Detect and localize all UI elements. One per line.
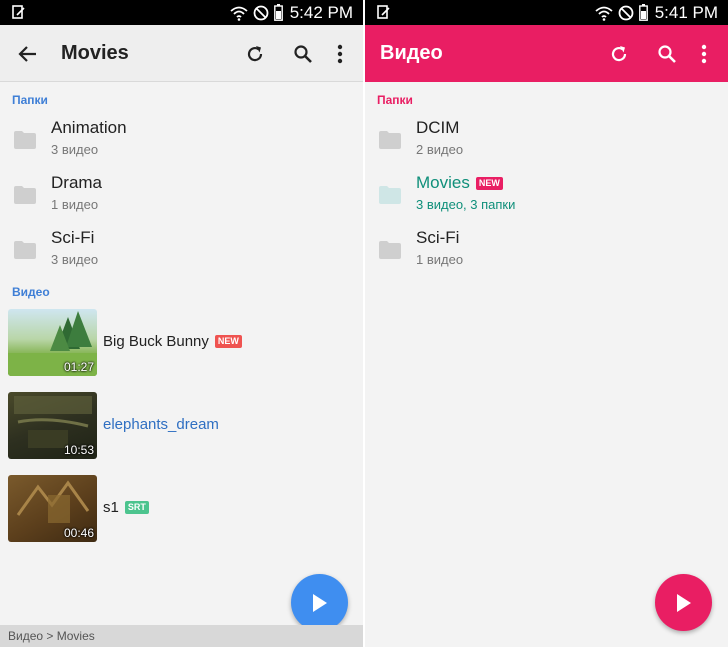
search-button[interactable]: [290, 41, 316, 67]
more-vert-icon: [701, 44, 707, 64]
folder-name: DCIM: [416, 118, 460, 137]
folder-meta: 1 видео: [51, 197, 99, 212]
play-fab-button[interactable]: [291, 574, 348, 631]
folder-item-animation[interactable]: Animation 3 видео: [0, 114, 363, 168]
wifi-icon: [230, 6, 248, 21]
notification-icon: [12, 5, 25, 19]
do-not-disturb-icon: [618, 5, 634, 20]
more-vert-icon: [337, 44, 343, 64]
more-options-button[interactable]: [691, 41, 717, 67]
video-title: s1 SRT: [103, 499, 149, 516]
toolbar-title: Movies: [61, 42, 129, 64]
status-time: 5:42 PM: [289, 2, 353, 22]
folder-icon: [14, 241, 36, 259]
video-title: elephants_dream: [103, 416, 219, 433]
search-icon: [658, 45, 676, 63]
video-title: Big Buck Bunny NEW: [103, 333, 242, 350]
folder-name: Sci-Fi: [416, 228, 460, 247]
battery-icon: [273, 4, 283, 21]
do-not-disturb-icon: [253, 5, 269, 20]
videos-section-header: Видео: [12, 285, 50, 299]
video-thumbnail: 01:27: [8, 309, 97, 376]
folder-meta: 1 видео: [416, 252, 464, 267]
new-badge: NEW: [475, 176, 503, 190]
play-icon: [676, 593, 691, 612]
video-item-big-buck-bunny[interactable]: 01:27 Big Buck Bunny NEW: [0, 309, 363, 379]
folder-icon: [14, 186, 36, 204]
folder-icon: [379, 131, 401, 149]
subtitle-badge: SRT: [124, 501, 149, 514]
folder-item-movies[interactable]: Movies NEW 3 видео, 3 папки: [365, 169, 728, 223]
folder-meta: 3 видео: [51, 142, 99, 157]
folder-name: Movies NEW: [416, 173, 503, 193]
folder-name: Sci-Fi: [51, 228, 95, 247]
toolbar: Видео: [365, 25, 728, 82]
folder-meta: 3 видео, 3 папки: [416, 197, 516, 212]
folders-section-header: Папки: [377, 93, 413, 107]
breadcrumb: Видео > Movies: [0, 625, 363, 647]
search-button[interactable]: [654, 41, 680, 67]
back-arrow-icon: [18, 46, 36, 62]
folder-item-sci-fi[interactable]: Sci-Fi 1 видео: [365, 224, 728, 278]
refresh-icon: [611, 46, 627, 62]
folder-item-drama[interactable]: Drama 1 видео: [0, 169, 363, 223]
folder-name: Drama: [51, 173, 103, 192]
folder-name: Animation: [51, 118, 127, 137]
refresh-button[interactable]: [606, 41, 632, 67]
right-screen: 5:41 PM Видео Папки DCIM 2 видео Movies …: [365, 0, 728, 647]
video-thumbnail: 00:46: [8, 475, 97, 542]
left-screen: 5:42 PM Movies Папки Animation 3 видео D…: [0, 0, 363, 647]
play-icon: [312, 593, 327, 612]
folder-meta: 2 видео: [416, 142, 464, 157]
new-badge: NEW: [214, 335, 242, 348]
video-duration: 00:46: [63, 526, 94, 540]
notification-icon: [377, 5, 390, 19]
wifi-icon: [595, 6, 613, 21]
video-duration: 10:53: [63, 443, 94, 457]
video-thumbnail: 10:53: [8, 392, 97, 459]
folder-item-sci-fi[interactable]: Sci-Fi 3 видео: [0, 224, 363, 278]
play-fab-button[interactable]: [655, 574, 712, 631]
status-bar: 5:41 PM: [365, 0, 728, 25]
folder-meta: 3 видео: [51, 252, 99, 267]
video-duration: 01:27: [63, 360, 94, 374]
status-time: 5:41 PM: [654, 2, 718, 22]
folder-icon: [379, 186, 401, 204]
search-icon: [294, 45, 312, 63]
battery-icon: [638, 4, 648, 21]
folder-item-dcim[interactable]: DCIM 2 видео: [365, 114, 728, 168]
back-button[interactable]: [15, 41, 41, 67]
folder-icon: [14, 131, 36, 149]
more-options-button[interactable]: [327, 41, 353, 67]
folders-section-header: Папки: [12, 93, 48, 107]
folder-icon: [379, 241, 401, 259]
refresh-button[interactable]: [242, 41, 268, 67]
status-bar: 5:42 PM: [0, 0, 363, 25]
refresh-icon: [247, 46, 263, 62]
toolbar: Movies: [0, 25, 363, 82]
video-item-elephants-dream[interactable]: 10:53 elephants_dream: [0, 392, 363, 462]
toolbar-title: Видео: [380, 42, 443, 64]
video-item-s1[interactable]: 00:46 s1 SRT: [0, 475, 363, 545]
